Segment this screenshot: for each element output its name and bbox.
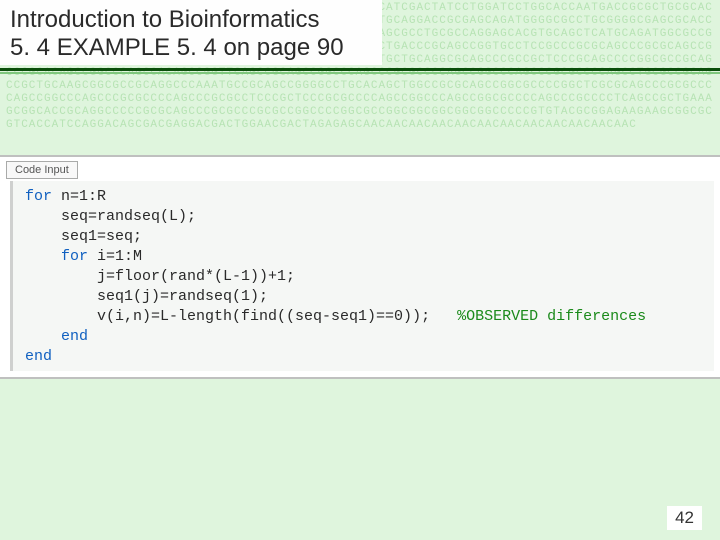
page-number: 42 bbox=[667, 506, 702, 530]
title-line-1: Introduction to Bioinformatics bbox=[10, 6, 374, 34]
code-listing: for n=1:R seq=randseq(L); seq1=seq; for … bbox=[25, 187, 710, 367]
title-line-2: 5. 4 EXAMPLE 5. 4 on page 90 bbox=[10, 34, 374, 62]
title-underline bbox=[0, 68, 720, 74]
code-input-tab: Code Input bbox=[6, 161, 78, 179]
slide-title-block: Introduction to Bioinformatics 5. 4 EXAM… bbox=[0, 0, 382, 65]
code-body: for n=1:R seq=randseq(L); seq1=seq; for … bbox=[10, 181, 714, 371]
code-input-panel: Code Input for n=1:R seq=randseq(L); seq… bbox=[0, 155, 720, 379]
